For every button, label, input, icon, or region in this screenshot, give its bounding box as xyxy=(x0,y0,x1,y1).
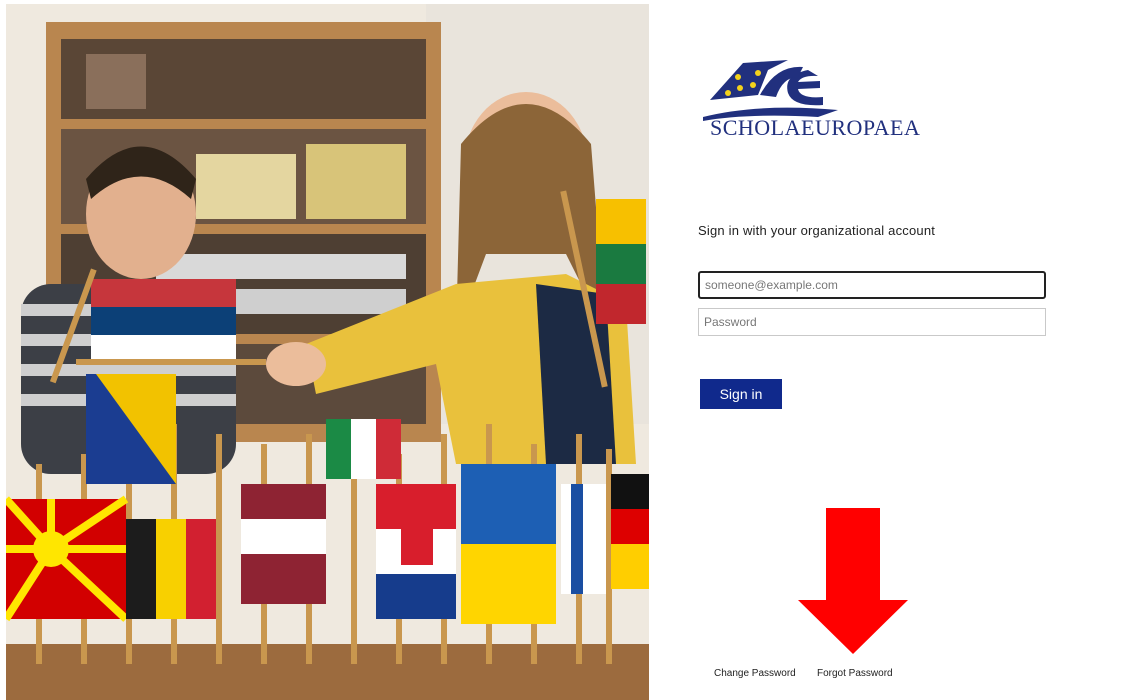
logo-wordmark: SCHOLAEUROPAEA xyxy=(710,115,921,140)
forgot-password-link[interactable]: Forgot Password xyxy=(817,668,893,679)
red-down-arrow-icon xyxy=(798,508,908,654)
login-panel: SCHOLAEUROPAEA Sign in with your organiz… xyxy=(650,0,1138,700)
change-password-link[interactable]: Change Password xyxy=(714,668,796,679)
password-input[interactable] xyxy=(698,308,1046,336)
sign-in-heading: Sign in with your organizational account xyxy=(698,223,936,238)
sign-in-button[interactable]: Sign in xyxy=(700,379,782,409)
organization-logo: SCHOLAEUROPAEA xyxy=(698,55,948,145)
username-input[interactable] xyxy=(698,271,1046,299)
hero-image xyxy=(6,4,649,700)
